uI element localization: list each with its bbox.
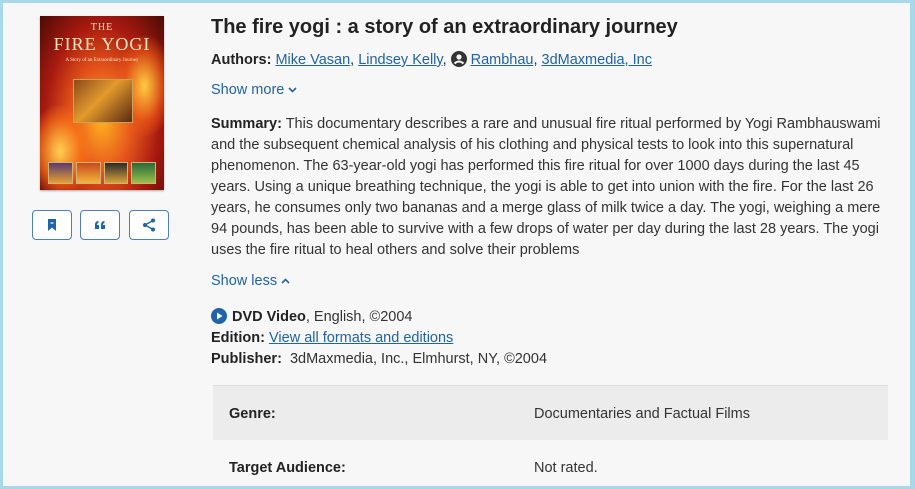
details-row-genre: Genre: Documentaries and Factual Films — [213, 386, 888, 440]
format-type: DVD Video — [232, 309, 306, 325]
cover-image[interactable]: THE FIRE YOGI A Story of an Extraordinar… — [40, 16, 164, 190]
publisher-value: 3dMaxmedia, Inc., Elmhurst, NY, ©2004 — [289, 351, 548, 367]
share-button[interactable] — [129, 210, 169, 240]
person-icon — [450, 51, 467, 67]
details-table: Genre: Documentaries and Factual Films T… — [213, 385, 888, 486]
publisher-label: Publisher: — [211, 351, 282, 367]
authors-line: Authors: Mike Vasan, Lindsey Kelly, Ramb… — [211, 51, 652, 68]
cover-subtitle: A Story of an Extraordinary Journey — [65, 58, 139, 63]
cover-photo — [73, 79, 133, 123]
author-link[interactable]: 3dMaxmedia, Inc — [542, 52, 652, 68]
summary: Summary: This documentary describes a ra… — [211, 114, 887, 261]
video-play-icon — [211, 308, 227, 324]
format-line: DVD Video, English, ©2004 — [211, 308, 412, 325]
chevron-down-icon — [288, 87, 297, 93]
record-title: The fire yogi : a story of an extraordin… — [211, 16, 678, 38]
summary-text: This documentary describes a rare and un… — [211, 116, 881, 258]
format-details: , English, ©2004 — [305, 309, 413, 325]
edition-line: Edition: View all formats and editions — [211, 330, 453, 346]
details-row-audience: Target Audience: Not rated. — [213, 440, 888, 486]
author-link[interactable]: Rambhau — [471, 52, 534, 68]
summary-label: Summary: — [211, 116, 282, 132]
quote-icon — [95, 221, 105, 229]
authors-label: Authors: — [211, 52, 272, 68]
show-less-label: Show less — [211, 273, 278, 289]
edition-label: Edition: — [211, 330, 265, 346]
detail-key: Target Audience: — [229, 460, 346, 476]
save-button[interactable] — [32, 210, 72, 240]
chevron-up-icon — [281, 278, 290, 284]
show-less-button[interactable]: Show less — [211, 273, 290, 289]
author-link[interactable]: Mike Vasan — [275, 52, 350, 68]
view-all-editions-link[interactable]: View all formats and editions — [269, 330, 453, 346]
detail-value: Documentaries and Factual Films — [534, 406, 750, 422]
author-link[interactable]: Lindsey Kelly — [358, 52, 442, 68]
cover-title-top: THE — [90, 22, 114, 33]
detail-key: Genre: — [229, 406, 276, 422]
cover-thumbnails — [48, 162, 156, 184]
show-more-button[interactable]: Show more — [211, 82, 297, 98]
publisher-line: Publisher: 3dMaxmedia, Inc., Elmhurst, N… — [211, 351, 547, 367]
bookmark-icon — [48, 219, 56, 231]
detail-value: Not rated. — [534, 460, 598, 476]
record-panel: THE FIRE YOGI A Story of an Extraordinar… — [3, 3, 910, 486]
share-icon — [143, 218, 155, 232]
cite-button[interactable] — [80, 210, 120, 240]
cover-title: FIRE YOGI — [53, 34, 151, 54]
show-more-label: Show more — [211, 82, 285, 98]
